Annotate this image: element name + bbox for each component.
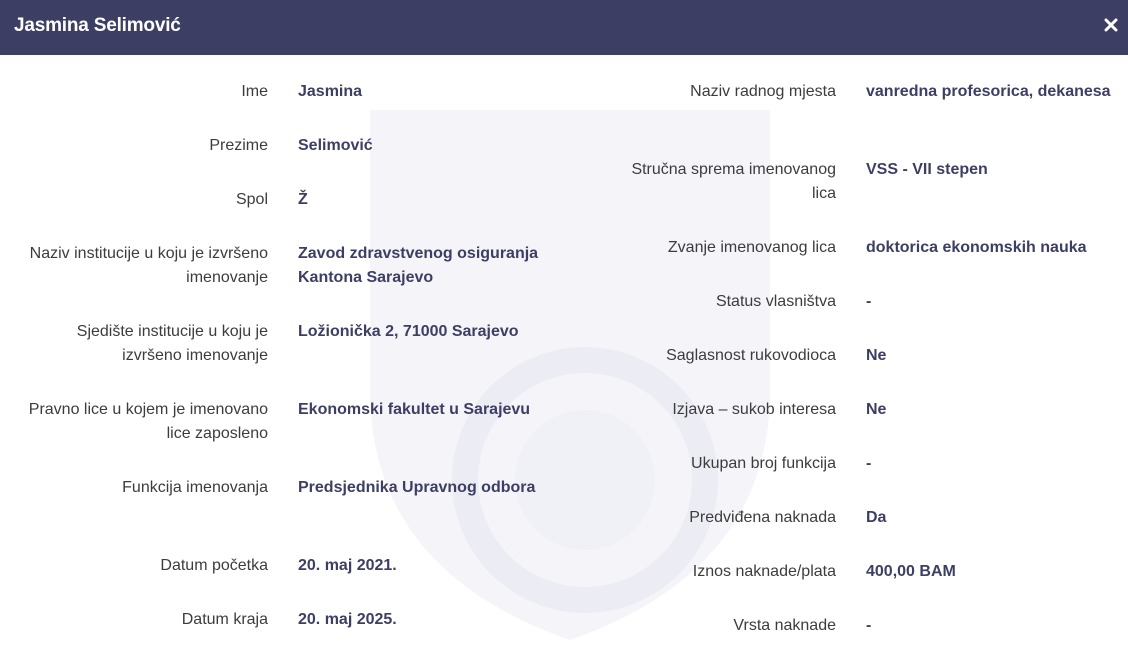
field-value-spol: Ž xyxy=(298,191,308,208)
field-label-saglasnost: Saglasnost rukovodioca xyxy=(666,347,836,364)
field-label-iznos-naknade: Iznos naknade/plata xyxy=(692,563,836,580)
field-value-datum-kraja: 20. maj 2025. xyxy=(298,611,397,628)
field-value-status-vlasnistva: - xyxy=(866,293,872,310)
field-label-vrsta-naknade: Vrsta naknade xyxy=(733,617,836,634)
field-value-datum-pocetka: 20. maj 2021. xyxy=(298,557,397,574)
close-icon xyxy=(1104,18,1118,32)
field-label-datum-pocetka: Datum početka xyxy=(160,557,268,574)
field-value-broj-funkcija: - xyxy=(866,455,872,472)
field-value-saglasnost: Ne xyxy=(866,347,887,364)
field-label-sjediste-institucije: Sjedište institucije u koju je izvršeno … xyxy=(76,323,268,364)
field-label-datum-kraja: Datum kraja xyxy=(181,611,268,628)
field-value-naziv-institucije: Zavod zdravstvenog osiguranja Kantona Sa… xyxy=(298,245,539,286)
field-value-pravno-lice: Ekonomski fakultet u Sarajevu xyxy=(298,401,531,418)
close-button[interactable] xyxy=(1104,15,1120,35)
field-label-status-vlasnistva: Status vlasništva xyxy=(715,293,836,310)
field-label-spol: Spol xyxy=(235,191,268,208)
field-label-prezime: Prezime xyxy=(209,137,268,154)
field-label-radno-mjesto: Naziv radnog mjesta xyxy=(690,83,836,100)
field-label-strucna-sprema: Stručna sprema imenovanog lica xyxy=(631,161,836,202)
field-value-funkcija: Predsjednika Upravnog odbora xyxy=(298,479,536,496)
field-value-predvidena-naknada: Da xyxy=(866,509,887,526)
field-value-sukob-interesa: Ne xyxy=(866,401,887,418)
field-label-zvanje: Zvanje imenovanog lica xyxy=(667,239,836,256)
field-value-radno-mjesto: vanredna profesorica, dekanesa xyxy=(866,83,1111,100)
field-value-ime: Jasmina xyxy=(298,83,363,100)
field-label-pravno-lice: Pravno lice u kojem je imenovano lice za… xyxy=(28,401,268,442)
field-value-zvanje: doktorica ekonomskih nauka xyxy=(866,239,1087,256)
field-label-naziv-institucije: Naziv institucije u koju je izvršeno ime… xyxy=(29,245,268,286)
modal-header: Jasmina Selimović xyxy=(0,0,1128,55)
field-value-prezime: Selimović xyxy=(298,137,373,154)
field-label-broj-funkcija: Ukupan broj funkcija xyxy=(691,455,836,472)
field-value-iznos-naknade: 400,00 BAM xyxy=(866,563,956,580)
field-label-funkcija: Funkcija imenovanja xyxy=(122,479,268,496)
field-value-strucna-sprema: VSS - VII stepen xyxy=(866,161,988,178)
modal-title: Jasmina Selimović xyxy=(14,15,181,36)
field-value-vrsta-naknade: - xyxy=(866,617,872,634)
person-details-modal: Jasmina Selimović Ime Jasmina Prezime Se… xyxy=(0,0,1128,670)
field-label-sukob-interesa: Izjava – sukob interesa xyxy=(672,401,836,418)
field-value-sjediste-institucije: Ložionička 2, 71000 Sarajevo xyxy=(298,323,519,340)
field-label-predvidena-naknada: Predviđena naknada xyxy=(689,509,836,526)
field-label-ime: Ime xyxy=(241,83,268,100)
